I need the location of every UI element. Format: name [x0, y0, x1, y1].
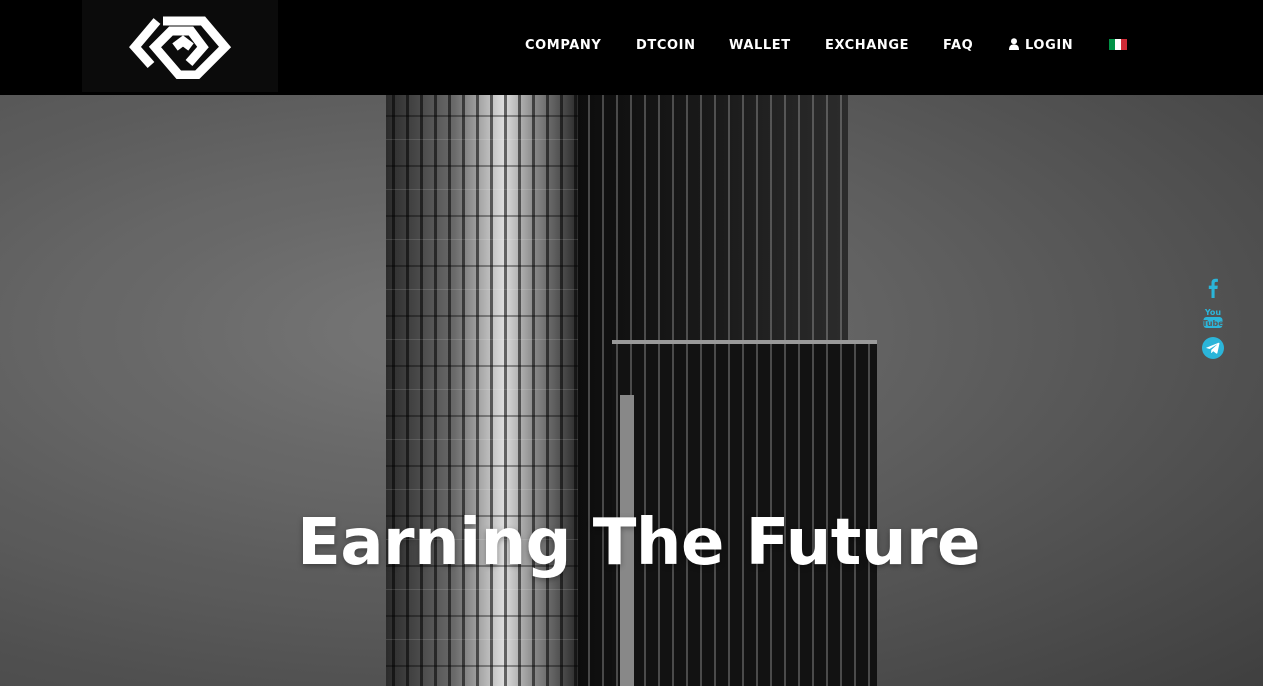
site-header: COMPANY DTCOIN WALLET EXCHANGE FAQ LOGIN [0, 0, 1263, 95]
page: COMPANY DTCOIN WALLET EXCHANGE FAQ LOGIN [0, 0, 1263, 686]
hero-headline: Earning The Future [297, 505, 980, 580]
facebook-link[interactable] [1201, 276, 1225, 305]
hero-section: Earning The Future [0, 95, 1263, 686]
facebook-icon [1208, 278, 1218, 298]
skyscraper-background-image [0, 95, 877, 686]
telegram-link[interactable] [1201, 336, 1225, 365]
flag-red [1121, 39, 1127, 50]
youtube-icon: You Tube [1202, 308, 1224, 328]
nav-wallet[interactable]: WALLET [729, 38, 791, 53]
youtube-link[interactable]: You Tube [1201, 306, 1225, 335]
nav-dtcoin[interactable]: DTCOIN [636, 38, 696, 53]
youtube-icon-top-text: You [1204, 308, 1222, 317]
nav-login[interactable]: LOGIN [1009, 38, 1073, 53]
main-nav: COMPANY DTCOIN WALLET EXCHANGE FAQ LOGIN [0, 0, 1263, 92]
nav-faq[interactable]: FAQ [943, 38, 973, 53]
nav-login-label: LOGIN [1025, 38, 1074, 53]
nav-company[interactable]: COMPANY [525, 38, 601, 53]
user-icon [1009, 38, 1019, 50]
youtube-icon-bottom-text: Tube [1202, 319, 1224, 328]
telegram-icon [1202, 337, 1224, 359]
nav-exchange[interactable]: EXCHANGE [825, 38, 909, 53]
italy-flag-icon[interactable] [1109, 39, 1127, 50]
